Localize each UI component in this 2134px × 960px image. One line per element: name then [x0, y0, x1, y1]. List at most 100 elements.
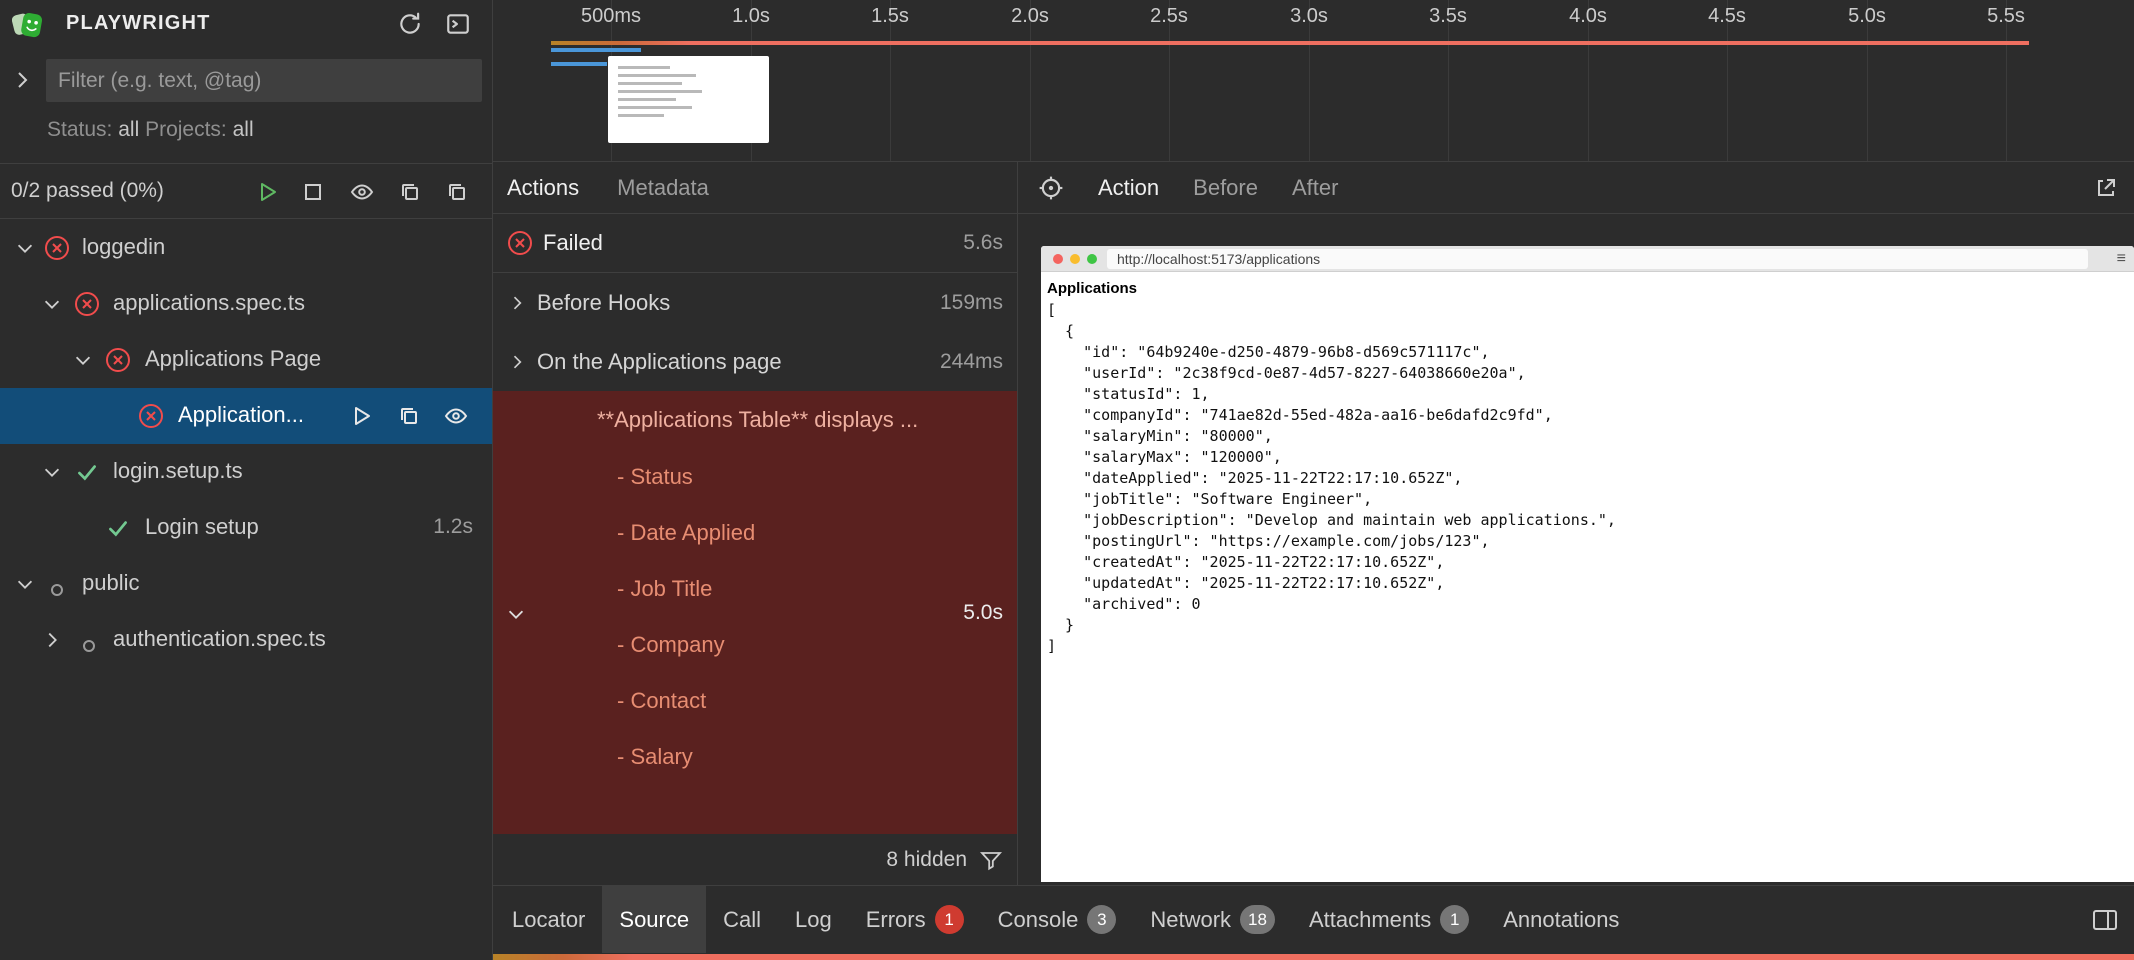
stop-button[interactable]	[300, 179, 326, 205]
timeline-film-thumbnail[interactable]	[608, 56, 769, 143]
playwright-trace-viewer: PLAYWRIGHT Status: all Projects: all 0/	[0, 0, 2134, 960]
tree-item-application-selected[interactable]: Application...	[0, 388, 492, 444]
tab-attachments[interactable]: Attachments 1	[1292, 886, 1486, 953]
chevron-down-icon[interactable]	[505, 603, 527, 631]
tab-label: Annotations	[1503, 907, 1619, 933]
tab-locator[interactable]: Locator	[495, 886, 602, 953]
test-progress-text: 0/2 passed (0%)	[11, 179, 164, 203]
timeline-tick: 500ms	[566, 5, 656, 28]
playwright-logo-icon	[12, 8, 44, 40]
tab-errors[interactable]: Errors 1	[849, 886, 981, 953]
failed-step-line: - Company	[617, 632, 725, 660]
tree-item-login-setup-file[interactable]: login.setup.ts	[0, 444, 492, 500]
chevron-down-icon[interactable]	[72, 349, 94, 377]
failed-duration: 5.6s	[963, 231, 1003, 255]
run-all-button[interactable]	[254, 179, 280, 205]
test-duration: 1.2s	[433, 515, 473, 539]
tree-item-authentication-spec[interactable]: authentication.spec.ts	[0, 612, 492, 668]
tree-item-applications-spec[interactable]: applications.spec.ts	[0, 276, 492, 332]
tab-before[interactable]: Before	[1193, 175, 1258, 201]
failed-header-row[interactable]: Failed 5.6s	[493, 214, 1017, 273]
action-duration: 159ms	[940, 291, 1003, 315]
failed-label: Failed	[543, 230, 603, 256]
chevron-right-icon[interactable]	[41, 629, 63, 657]
timeline-error-bar	[551, 41, 2029, 45]
action-before-hooks[interactable]: Before Hooks 159ms	[493, 273, 1017, 332]
tab-label: Call	[723, 907, 761, 933]
open-external-icon[interactable]	[2094, 176, 2118, 200]
test-tree: loggedin applications.spec.ts Applicatio…	[0, 220, 492, 960]
timeline-track[interactable]: 500ms 1.0s 1.5s 2.0s 2.5s 3.0s 3.5s 4.0s…	[493, 0, 2134, 162]
console-count-badge: 3	[1087, 905, 1116, 934]
tab-source[interactable]: Source	[602, 886, 706, 953]
bottom-tabstrip: Locator Source Call Log Errors 1 Console…	[493, 886, 2134, 953]
watch-all-eye-button[interactable]	[349, 179, 375, 205]
tab-network[interactable]: Network 18	[1133, 886, 1292, 953]
failed-step-line: - Salary	[617, 744, 693, 772]
traffic-light-green	[1087, 254, 1097, 264]
address-bar: http://localhost:5173/applications	[1107, 249, 2088, 269]
chevron-down-icon[interactable]	[41, 293, 63, 321]
tab-call[interactable]: Call	[706, 886, 778, 953]
snapshot-url: http://localhost:5173/applications	[1117, 251, 1320, 267]
reload-button[interactable]	[396, 10, 424, 38]
snapshot-tabstrip: Action Before After	[1018, 162, 2134, 214]
watch-eye-icon[interactable]	[444, 404, 468, 428]
chevron-down-icon[interactable]	[14, 237, 36, 265]
collapse-all-button[interactable]	[397, 179, 423, 205]
errors-count-badge: 1	[935, 905, 964, 934]
copy-icon[interactable]	[397, 404, 421, 428]
failed-status-icon	[507, 230, 533, 256]
chevron-down-icon[interactable]	[14, 573, 36, 601]
failed-status-icon	[105, 347, 131, 379]
status-value[interactable]: all	[118, 118, 139, 141]
tab-log[interactable]: Log	[778, 886, 849, 953]
failed-step-line: - Job Title	[617, 576, 712, 604]
actions-tabstrip: Actions Metadata	[493, 162, 1017, 214]
projects-value[interactable]: all	[233, 118, 254, 141]
actions-footer: 8 hidden	[493, 835, 1017, 885]
tree-item-label: login.setup.ts	[113, 458, 243, 484]
filter-expand-chevron-icon[interactable]	[10, 68, 34, 98]
duplicate-view-button[interactable]	[444, 179, 470, 205]
tree-item-login-setup[interactable]: Login setup 1.2s	[0, 500, 492, 556]
timeline-tick: 3.0s	[1264, 5, 1354, 28]
action-duration: 244ms	[940, 350, 1003, 374]
tab-metadata[interactable]: Metadata	[617, 175, 709, 201]
chevron-down-icon[interactable]	[41, 461, 63, 489]
browser-menu-icon: ≡	[2117, 250, 2126, 268]
action-on-applications-page[interactable]: On the Applications page 244ms	[493, 332, 1017, 391]
run-test-button[interactable]	[349, 404, 373, 428]
snapshot-panel: Action Before After http://localhost:517…	[1018, 162, 2134, 885]
failed-step-duration: 5.0s	[963, 601, 1003, 625]
test-toolbar: 0/2 passed (0%)	[0, 163, 492, 219]
tab-label: Log	[795, 907, 832, 933]
toggle-columns-icon[interactable]	[2092, 886, 2134, 953]
chevron-right-icon[interactable]	[507, 293, 527, 313]
timeline-tick: 1.5s	[845, 5, 935, 28]
tree-item-label: Login setup	[145, 514, 259, 540]
tree-item-label: authentication.spec.ts	[113, 626, 326, 652]
action-label: On the Applications page	[537, 349, 782, 375]
tab-action[interactable]: Action	[1098, 175, 1159, 201]
failed-step-applications-table[interactable]: **Applications Table** displays ... - St…	[493, 391, 1017, 834]
filter-funnel-icon[interactable]	[979, 848, 1003, 872]
chevron-right-icon[interactable]	[507, 352, 527, 372]
status-label: Status:	[47, 118, 112, 141]
source-error-timeline-bar	[493, 954, 2134, 960]
tab-after[interactable]: After	[1292, 175, 1338, 201]
timeline-tick: 2.0s	[985, 5, 1075, 28]
tab-annotations[interactable]: Annotations	[1486, 886, 1636, 953]
filter-input[interactable]	[46, 59, 482, 102]
timeline-tick: 3.5s	[1403, 5, 1493, 28]
tree-item-public[interactable]: public	[0, 556, 492, 612]
tree-item-loggedin[interactable]: loggedin	[0, 220, 492, 276]
pick-locator-target-icon[interactable]	[1038, 175, 1064, 201]
failed-step-title: **Applications Table** displays ...	[597, 407, 918, 433]
terminal-button[interactable]	[444, 10, 472, 38]
traffic-light-red	[1053, 254, 1063, 264]
tree-item-label: Application...	[178, 402, 304, 428]
tab-console[interactable]: Console 3	[981, 886, 1134, 953]
tree-item-applications-page[interactable]: Applications Page	[0, 332, 492, 388]
tab-actions[interactable]: Actions	[507, 175, 579, 201]
